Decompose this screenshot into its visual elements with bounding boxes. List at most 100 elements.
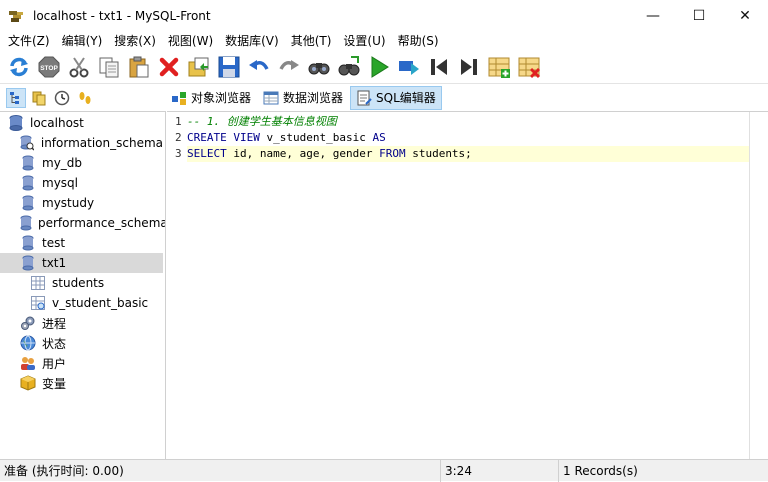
insert-row-button[interactable] <box>486 54 512 80</box>
tree-item-mystudy[interactable]: mystudy <box>0 193 163 213</box>
sql-keyword: AS <box>372 131 386 144</box>
code-line-3: SELECT id, name, age, gender FROM studen… <box>187 146 472 162</box>
maximize-button[interactable]: ☐ <box>676 0 722 31</box>
delete-row-button[interactable] <box>516 54 542 80</box>
close-icon: ✕ <box>739 7 751 24</box>
first-button[interactable] <box>426 54 452 80</box>
find-button[interactable] <box>306 54 332 80</box>
menu-view[interactable]: 视图(W) <box>162 31 219 51</box>
sql-text: students; <box>405 147 472 160</box>
undo-button[interactable] <box>246 54 272 80</box>
sql-keyword: SELECT <box>187 147 227 160</box>
redo-icon <box>279 60 299 70</box>
database-icon <box>20 235 36 251</box>
tab-object-browser[interactable]: 对象浏览器 <box>166 86 256 110</box>
paste-icon <box>129 56 149 78</box>
mysql-front-logo-icon <box>9 9 25 23</box>
tree-item-processes[interactable]: 进程 <box>0 313 163 333</box>
tab-sql-editor[interactable]: SQL编辑器 <box>350 85 442 110</box>
title-bar: localhost - txt1 - MySQL-Front — ☐ ✕ <box>0 0 768 31</box>
menu-search[interactable]: 搜索(X) <box>108 31 162 51</box>
tree-item-label: my_db <box>42 156 83 170</box>
cut-button[interactable] <box>66 54 92 80</box>
status-message: 准备 (执行时间: 0.00) <box>0 459 441 482</box>
users-icon <box>20 355 36 371</box>
paste-button[interactable] <box>126 54 152 80</box>
save-icon <box>218 56 240 78</box>
tree-item-variables[interactable]: 变量 <box>0 373 163 393</box>
window-title: localhost - txt1 - MySQL-Front <box>33 8 211 23</box>
line-number: 1 <box>175 115 182 128</box>
gears-icon <box>20 315 36 331</box>
database-icon <box>20 215 32 231</box>
tree-item-students[interactable]: students <box>0 273 163 293</box>
last-button[interactable] <box>456 54 482 80</box>
tab-data-browser[interactable]: 数据浏览器 <box>258 86 348 110</box>
menu-database[interactable]: 数据库(V) <box>219 31 285 51</box>
sql-editor[interactable]: 1 2 3 -- 1. 创建学生基本信息视图 CREATE VIEW v_stu… <box>167 111 768 459</box>
minimize-button[interactable]: — <box>630 0 676 31</box>
redo-button[interactable] <box>276 54 302 80</box>
tree-item-label: 变量 <box>42 376 67 391</box>
tree-item-label: students <box>52 276 105 290</box>
data-browser-icon <box>263 90 279 106</box>
jobs-toggle[interactable] <box>75 88 95 108</box>
run-selection-icon <box>399 61 419 75</box>
cut-icon <box>69 57 89 78</box>
footprints-icon <box>79 91 91 104</box>
first-icon <box>431 59 447 75</box>
open-button[interactable] <box>186 54 212 80</box>
tree-item-performance-schema[interactable]: performance_schema <box>0 213 166 233</box>
tree-item-label: localhost <box>30 116 84 130</box>
tree-item-status[interactable]: 状态 <box>0 333 163 353</box>
record-count: 1 Records(s) <box>563 463 638 478</box>
replace-button[interactable] <box>336 54 362 80</box>
stop-button[interactable]: STOP <box>36 54 62 80</box>
delete-icon <box>159 57 179 77</box>
tree-item-my-db[interactable]: my_db <box>0 153 163 173</box>
server-icon <box>8 115 24 131</box>
tree-item-information-schema[interactable]: information_schema <box>0 133 163 153</box>
right-margin-line <box>749 112 750 459</box>
refresh-button[interactable] <box>6 54 32 80</box>
tree-item-txt1[interactable]: txt1 <box>0 253 163 273</box>
globe-icon <box>20 335 36 351</box>
code-line-1: -- 1. 创建学生基本信息视图 <box>187 114 337 130</box>
sql-text: v_student_basic <box>259 131 373 144</box>
database-icon <box>20 155 36 171</box>
status-bar: 准备 (执行时间: 0.00) 3:24 1 Records(s) <box>0 459 768 482</box>
tree-item-label: mystudy <box>42 196 95 210</box>
menu-other[interactable]: 其他(T) <box>285 31 338 51</box>
maximize-icon: ☐ <box>692 7 706 24</box>
menu-settings[interactable]: 设置(U) <box>337 31 391 51</box>
delete-button[interactable] <box>156 54 182 80</box>
tree-item-label: txt1 <box>42 256 67 270</box>
tree-item-localhost[interactable]: localhost <box>0 113 163 133</box>
tree-icon <box>10 91 19 104</box>
stop-icon: STOP <box>38 56 60 78</box>
copy-button[interactable] <box>96 54 122 80</box>
bookmarks-toggle[interactable] <box>29 88 49 108</box>
find-icon <box>308 63 330 75</box>
sql-editor-icon <box>356 90 372 106</box>
tree-item-label: performance_schema <box>38 216 166 230</box>
menu-file[interactable]: 文件(Z) <box>2 31 56 51</box>
run-selection-button[interactable] <box>396 54 422 80</box>
tree-item-users[interactable]: 用户 <box>0 353 163 373</box>
tree-item-test[interactable]: test <box>0 233 163 253</box>
close-button[interactable]: ✕ <box>722 0 768 31</box>
run-button[interactable] <box>366 54 392 80</box>
cursor-position: 3:24 <box>441 459 559 482</box>
menu-help[interactable]: 帮助(S) <box>392 31 445 51</box>
system-database-icon <box>20 135 35 151</box>
navigator-toggle[interactable] <box>6 87 26 108</box>
save-button[interactable] <box>216 54 242 80</box>
table-icon <box>30 275 46 291</box>
history-toggle[interactable] <box>52 88 72 108</box>
tree-item-mysql[interactable]: mysql <box>0 173 163 193</box>
replace-icon <box>338 56 360 76</box>
tab-sql-editor-label: SQL编辑器 <box>376 91 436 105</box>
menu-edit[interactable]: 编辑(Y) <box>56 31 109 51</box>
tree-item-v-student-basic[interactable]: v_student_basic <box>0 293 163 313</box>
tree-item-label: information_schema <box>40 136 163 150</box>
